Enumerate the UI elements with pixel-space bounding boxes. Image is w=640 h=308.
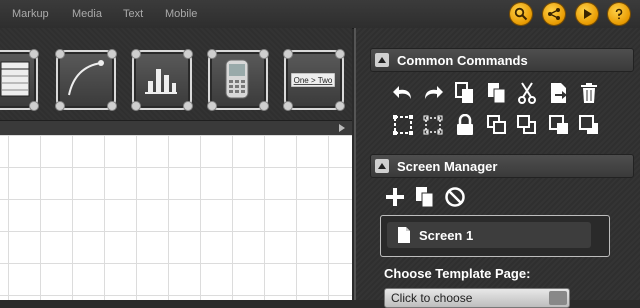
send-backward-icon	[517, 115, 536, 134]
ungroup-icon	[423, 115, 443, 135]
bring-to-front-button[interactable]	[546, 112, 572, 138]
menu-mobile[interactable]: Mobile	[165, 8, 197, 20]
send-backward-button[interactable]	[514, 112, 540, 138]
share-button[interactable]	[543, 3, 565, 25]
screen-manager-title: Screen Manager	[397, 159, 498, 174]
lock-button[interactable]	[452, 112, 478, 138]
undo-icon	[393, 86, 411, 99]
tool-chart[interactable]	[131, 49, 193, 111]
add-icon	[386, 188, 404, 206]
template-page-value: Click to choose	[391, 291, 473, 305]
curve-connector-icon	[68, 60, 104, 96]
bring-forward-button[interactable]	[484, 112, 510, 138]
undo-button[interactable]	[390, 80, 416, 106]
play-button[interactable]	[576, 3, 598, 25]
paste-icon	[488, 83, 506, 104]
table-icon	[0, 61, 30, 97]
menu-media[interactable]: Media	[72, 8, 102, 20]
share-icon	[548, 8, 560, 20]
cut-icon	[518, 82, 536, 104]
remove-icon	[445, 187, 465, 207]
help-icon	[615, 8, 623, 20]
page-icon	[398, 227, 410, 243]
top-menu-bar: Markup Media Text Mobile	[0, 0, 640, 29]
svg-text:One > Two: One > Two	[294, 76, 333, 85]
collapse-icon[interactable]	[375, 159, 389, 173]
menu-markup[interactable]: Markup	[12, 8, 49, 20]
phone-icon	[225, 59, 249, 99]
duplicate-screen-button[interactable]	[412, 184, 438, 210]
delete-button[interactable]	[576, 80, 602, 106]
breadcrumb-icon: One > Two	[291, 73, 335, 87]
screen-manager-header[interactable]: Screen Manager	[370, 154, 634, 178]
ungroup-button[interactable]	[420, 112, 446, 138]
duplicate-icon	[416, 187, 434, 208]
chevron-down-icon[interactable]	[549, 291, 567, 305]
remove-screen-button[interactable]	[442, 184, 468, 210]
trash-icon	[581, 83, 597, 103]
tool-phone[interactable]	[207, 49, 269, 111]
component-toolbar: One > Two	[0, 28, 352, 120]
bring-forward-icon	[487, 115, 506, 134]
search-icon	[514, 7, 528, 21]
export-button[interactable]	[546, 80, 572, 106]
group-icon	[393, 115, 413, 135]
redo-button[interactable]	[420, 80, 446, 106]
chevron-right-icon[interactable]	[338, 123, 346, 133]
search-button[interactable]	[510, 3, 532, 25]
cut-button[interactable]	[514, 80, 540, 106]
template-page-label: Choose Template Page:	[384, 266, 531, 281]
template-page-select[interactable]: Click to choose	[384, 288, 570, 308]
toolbar-scrollbar[interactable]	[0, 120, 352, 136]
collapse-icon[interactable]	[375, 53, 389, 67]
tool-breadcrumb[interactable]: One > Two	[283, 49, 345, 111]
lock-icon	[457, 114, 473, 135]
copy-button[interactable]	[452, 80, 478, 106]
copy-icon	[455, 82, 473, 103]
bring-to-front-icon	[549, 115, 568, 134]
screen-name: Screen 1	[419, 228, 474, 243]
paste-button[interactable]	[484, 80, 510, 106]
screen-list-item[interactable]: Screen 1	[387, 222, 591, 248]
send-to-back-button[interactable]	[576, 112, 602, 138]
tool-connector[interactable]	[55, 49, 117, 111]
menu-text[interactable]: Text	[123, 8, 143, 20]
bar-chart-icon	[145, 69, 177, 94]
help-button[interactable]	[608, 3, 630, 25]
redo-icon	[425, 86, 443, 99]
tool-table[interactable]	[0, 49, 39, 111]
export-icon	[551, 83, 567, 103]
send-to-back-icon	[579, 115, 598, 134]
screen-list: Screen 1	[380, 215, 610, 257]
group-button[interactable]	[390, 112, 416, 138]
design-canvas[interactable]	[0, 135, 352, 300]
play-icon	[584, 9, 592, 19]
add-screen-button[interactable]	[382, 184, 408, 210]
common-commands-header[interactable]: Common Commands	[370, 48, 634, 72]
common-commands-title: Common Commands	[397, 53, 528, 68]
